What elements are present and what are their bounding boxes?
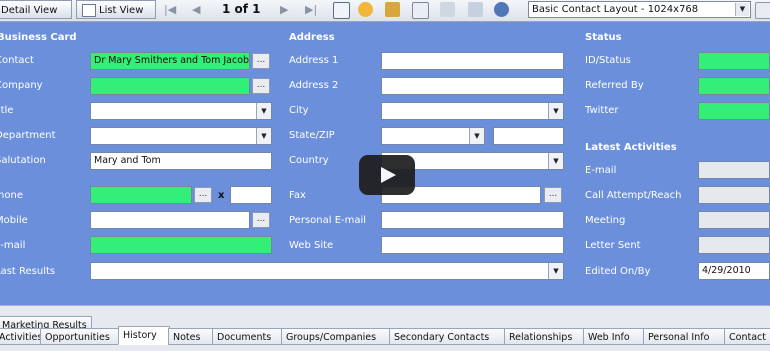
tab-activities[interactable]: Activities [0, 328, 42, 345]
refresh-icon[interactable] [494, 2, 509, 17]
edited-on-by-label: Edited On/By [585, 266, 651, 277]
lightbulb-icon[interactable] [358, 2, 373, 17]
id-status-label: ID/Status [585, 55, 631, 66]
people-icon[interactable] [385, 2, 400, 17]
chevron-down-icon: ▼ [256, 128, 271, 144]
chevron-down-icon: ▼ [256, 103, 271, 119]
personal-email-field[interactable] [381, 211, 564, 229]
meeting-field [698, 211, 770, 229]
fax-label: Fax [289, 190, 306, 201]
phone-field[interactable] [90, 186, 192, 204]
referred-by-field[interactable] [698, 77, 770, 95]
detail-view-button[interactable]: Detail View [0, 0, 72, 19]
title-label: Title [0, 105, 14, 116]
mobile-field[interactable] [90, 211, 250, 229]
email-activity-field [698, 161, 770, 179]
first-record-icon[interactable]: |◀ [164, 0, 176, 19]
tab-history[interactable]: History [118, 326, 170, 345]
contact-field[interactable]: Dr Mary Smithers and Tom Jacobs [90, 52, 250, 70]
city-label: City [289, 105, 309, 116]
company-browse-button[interactable]: ... [252, 78, 270, 94]
layout-select[interactable]: Basic Contact Layout - 1024x768 ▼ [528, 1, 751, 18]
tab-groups-companies[interactable]: Groups/Companies [281, 328, 391, 345]
email-label: E-mail [0, 240, 26, 251]
address2-label: Address 2 [289, 80, 339, 91]
tab-notes[interactable]: Notes [168, 328, 214, 345]
tab-personal-info[interactable]: Personal Info [643, 328, 726, 345]
company-label: Company [0, 80, 43, 91]
salutation-field[interactable]: Mary and Tom [90, 152, 272, 170]
list-view-icon [82, 4, 96, 17]
country-label: Country [289, 155, 329, 166]
chevron-down-icon: ▼ [735, 3, 749, 16]
tab-contact[interactable]: Contact [724, 328, 770, 345]
fax-browse-button[interactable]: ... [544, 187, 562, 203]
write-icon[interactable] [412, 2, 429, 19]
letter-sent-field [698, 236, 770, 254]
web-site-field[interactable] [381, 236, 564, 254]
mobile-label: Mobile [0, 215, 28, 226]
letter-sent-label: Letter Sent [585, 240, 641, 251]
meeting-label: Meeting [585, 215, 626, 226]
id-status-field[interactable] [698, 52, 770, 70]
phone-label: Phone [0, 190, 23, 201]
email-field[interactable] [90, 236, 272, 254]
chevron-down-icon: ▼ [548, 263, 563, 279]
tab-relationships[interactable]: Relationships [504, 328, 585, 345]
status-heading: Status [585, 32, 622, 43]
email-activity-label: E-mail [585, 165, 617, 176]
tab-web-info[interactable]: Web Info [583, 328, 645, 345]
last-results-select[interactable]: ▼ [90, 262, 564, 280]
address-heading: Address [289, 32, 335, 43]
title-select[interactable]: ▼ [90, 102, 272, 120]
chevron-down-icon: ▼ [548, 103, 563, 119]
twitter-label: Twitter [585, 105, 619, 116]
extension-separator: x [218, 190, 225, 201]
phone-browse-button[interactable]: ... [194, 187, 212, 203]
address1-label: Address 1 [289, 55, 339, 66]
layout-select-value: Basic Contact Layout - 1024x768 [532, 4, 699, 15]
call-attempt-field [698, 186, 770, 204]
address1-field[interactable] [381, 52, 564, 70]
tab-documents[interactable]: Documents [212, 328, 283, 345]
email-icon[interactable] [468, 2, 483, 17]
state-select[interactable]: ▼ [381, 127, 485, 145]
last-results-label: Last Results [0, 266, 56, 277]
settings-icon[interactable] [755, 2, 770, 19]
video-play-button[interactable] [359, 155, 415, 195]
salutation-label: Salutation [0, 155, 46, 166]
zip-field[interactable] [493, 127, 564, 145]
calendar-icon[interactable] [333, 2, 350, 19]
chevron-down-icon: ▼ [469, 128, 484, 144]
attach-icon[interactable] [440, 2, 455, 17]
web-site-label: Web Site [289, 240, 334, 251]
personal-email-label: Personal E-mail [289, 215, 367, 226]
state-zip-label: State/ZIP [289, 130, 335, 141]
tab-secondary-contacts[interactable]: Secondary Contacts [389, 328, 506, 345]
chevron-down-icon: ▼ [548, 153, 563, 169]
tab-opportunities[interactable]: Opportunities [40, 328, 120, 345]
address2-field[interactable] [381, 77, 564, 95]
twitter-field[interactable] [698, 102, 770, 120]
city-select[interactable]: ▼ [381, 102, 564, 120]
list-view-label: List View [99, 5, 144, 16]
edited-on-by-field: 4/29/2010 [698, 262, 770, 280]
record-pager: 1 of 1 [222, 2, 261, 16]
call-attempt-label: Call Attempt/Reach [585, 190, 682, 201]
previous-record-icon[interactable]: ◀ [192, 0, 200, 19]
latest-activities-heading: Latest Activities [585, 142, 677, 153]
next-record-icon[interactable]: ▶ [280, 0, 288, 19]
mobile-browse-button[interactable]: ... [252, 212, 270, 228]
company-field[interactable] [90, 77, 250, 95]
toolbar: Detail View List View |◀ ◀ 1 of 1 ▶ ▶| B… [0, 0, 770, 22]
contact-label: Contact [0, 55, 34, 66]
referred-by-label: Referred By [585, 80, 644, 91]
phone-extension-field[interactable] [230, 186, 272, 204]
list-view-button[interactable]: List View [76, 0, 156, 19]
department-label: Department [0, 130, 56, 141]
contact-browse-button[interactable]: ... [252, 53, 270, 69]
business-card-heading: Business Card [0, 32, 77, 43]
department-select[interactable]: ▼ [90, 127, 272, 145]
last-record-icon[interactable]: ▶| [305, 0, 317, 19]
